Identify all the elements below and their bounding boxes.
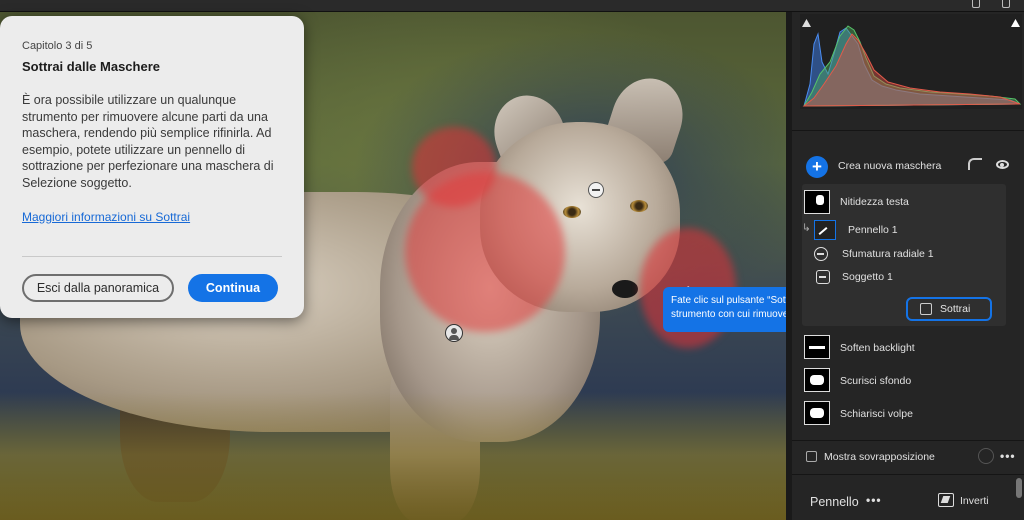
radial-gradient-icon[interactable] [814, 247, 828, 261]
exit-tour-button[interactable]: Esci dalla panoramica [22, 274, 174, 302]
divider [792, 130, 1024, 131]
create-mask-label[interactable]: Crea nuova maschera [838, 160, 941, 172]
tour-chapter: Capitolo 3 di 5 [22, 40, 93, 52]
tool-label: Pennello [810, 495, 859, 509]
indent-arrow-icon: ↳ [802, 222, 811, 234]
mask-overlay-neck [405, 172, 565, 332]
tour-title: Sottrai dalle Maschere [22, 59, 160, 74]
mask-thumbnail[interactable] [804, 401, 830, 425]
subtract-button[interactable]: Sottrai [906, 297, 992, 321]
divider [792, 440, 1024, 441]
component-label[interactable]: Sfumatura radiale 1 [842, 248, 934, 260]
mask-name[interactable]: Nitidezza testa [840, 196, 909, 208]
fox-eye-left [563, 206, 581, 218]
learn-more-link[interactable]: Maggiori informazioni su Sottrai [22, 210, 190, 224]
overlay-checkbox[interactable] [806, 451, 817, 462]
more-options-icon[interactable]: ••• [1000, 449, 1016, 463]
radial-gradient-pin[interactable] [588, 182, 604, 198]
scrollbar[interactable] [1016, 478, 1022, 498]
invert-label[interactable]: Inverti [960, 495, 989, 507]
tour-body: È ora possibile utilizzare un qualunque … [22, 93, 274, 190]
tool-options-icon[interactable]: ••• [866, 493, 882, 507]
overlay-color-swatch[interactable] [978, 448, 994, 464]
subtract-label: Sottrai [940, 303, 971, 315]
mask-thumbnail[interactable] [804, 335, 830, 359]
invert-icon[interactable] [938, 493, 954, 507]
fox-nose [612, 280, 638, 298]
mask-thumbnail[interactable] [804, 368, 830, 392]
visibility-eye-icon[interactable] [996, 160, 1009, 169]
panel-icon[interactable] [972, 0, 980, 8]
shadow-clipping-icon[interactable] [802, 18, 811, 27]
component-label[interactable]: Pennello 1 [848, 224, 898, 236]
divider [792, 474, 1024, 475]
subtract-icon [920, 303, 932, 315]
reset-icon[interactable] [968, 158, 982, 170]
top-toolbar [0, 0, 1024, 12]
add-mask-button[interactable]: + [806, 156, 828, 178]
brush-subtract-icon[interactable] [814, 220, 836, 240]
mask-name[interactable]: Scurisci sfondo [840, 375, 911, 387]
mask-name[interactable]: Soften backlight [840, 342, 915, 354]
continue-button[interactable]: Continua [188, 274, 278, 302]
grass [0, 392, 786, 520]
overlay-label: Mostra sovrapposizione [824, 451, 935, 463]
masks-panel: + Crea nuova maschera Nitidezza testa ↳ … [786, 12, 1024, 520]
highlight-clipping-icon[interactable] [1011, 18, 1020, 27]
histogram [800, 14, 1022, 109]
subject-pin-icon[interactable] [445, 324, 463, 342]
fox-eye-right [630, 200, 648, 212]
divider [22, 256, 282, 257]
component-label[interactable]: Soggetto 1 [842, 271, 893, 283]
mask-thumbnail[interactable] [804, 190, 830, 214]
mask-name[interactable]: Schiarisci volpe [840, 408, 913, 420]
panel-icon-2[interactable] [1002, 0, 1010, 8]
subject-icon[interactable] [816, 270, 830, 284]
tour-card: Capitolo 3 di 5 Sottrai dalle Maschere È… [0, 16, 304, 318]
